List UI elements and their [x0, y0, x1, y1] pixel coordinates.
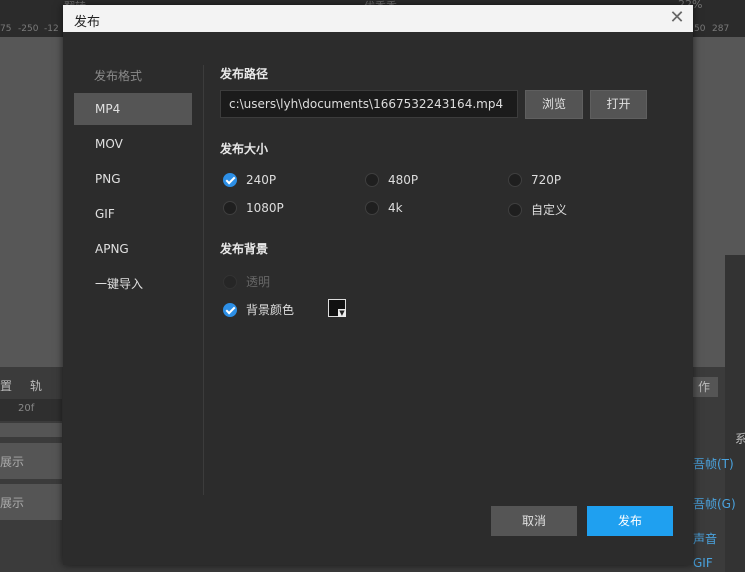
ruler-tick: -12	[44, 24, 59, 34]
check-icon	[223, 173, 237, 187]
bg-right-label: 吾帧(T)	[693, 457, 734, 471]
open-button[interactable]: 打开	[590, 90, 647, 119]
sidebar-item-png[interactable]: PNG	[74, 163, 192, 195]
dialog-title: 发布	[74, 15, 101, 30]
bg-right-label: 系	[735, 432, 745, 446]
background-option-label: 透明	[246, 275, 271, 289]
radio-icon	[223, 274, 237, 289]
size-option-label: 240P	[246, 173, 277, 187]
sidebar-divider	[203, 65, 204, 495]
bg-tab: 置	[0, 379, 13, 393]
background-timeline-ruler: 20f	[0, 399, 62, 421]
chevron-down-icon: ▼	[338, 309, 346, 317]
publish-background-title: 发布背景	[220, 242, 269, 256]
background-option-label: 背景颜色	[246, 303, 295, 317]
radio-icon	[365, 201, 379, 215]
size-option-1080p[interactable]: 1080P	[223, 201, 284, 215]
size-option-label: 4k	[388, 201, 403, 215]
size-option-custom[interactable]: 自定义	[508, 201, 567, 218]
background-color-picker[interactable]: ▼	[328, 299, 346, 317]
cancel-button[interactable]: 取消	[491, 506, 577, 536]
check-icon	[223, 302, 237, 317]
radio-icon	[223, 201, 237, 215]
bg-right-label: 声音	[693, 532, 718, 546]
sidebar-item-apng[interactable]: APNG	[74, 233, 192, 265]
ruler-tick: 50	[694, 24, 706, 34]
sidebar-item-mp4[interactable]: MP4	[74, 93, 192, 125]
publish-path-input[interactable]	[220, 90, 518, 118]
publish-path-title: 发布路径	[220, 67, 269, 81]
format-sidebar: 发布格式 MP4 MOV PNG GIF APNG 一键导入	[63, 32, 204, 565]
close-icon[interactable]: ✕	[667, 8, 687, 28]
row-label: 展示	[0, 455, 25, 469]
format-heading: 发布格式	[94, 69, 143, 83]
background-tab-bar: 置 轨	[0, 373, 62, 399]
bg-right-label: GIF	[693, 556, 713, 570]
publish-button[interactable]: 发布	[587, 506, 673, 536]
size-option-240p[interactable]: 240P	[223, 173, 276, 187]
ruler-tick: 287	[712, 24, 730, 34]
radio-icon	[508, 202, 522, 217]
size-option-480p[interactable]: 480P	[365, 173, 418, 187]
publish-dialog: 发布 ✕ 发布格式 MP4 MOV PNG GIF APNG 一键导入 发布路径…	[63, 5, 693, 565]
background-row: 展示	[0, 484, 62, 520]
dialog-titlebar: 发布 ✕	[63, 5, 693, 32]
size-option-4k[interactable]: 4k	[365, 201, 403, 215]
size-option-label: 720P	[531, 173, 562, 187]
background-color-option[interactable]: 背景颜色	[223, 301, 294, 318]
size-option-720p[interactable]: 720P	[508, 173, 561, 187]
background-action-button: 作	[690, 377, 718, 397]
size-option-label: 自定义	[531, 203, 568, 217]
publish-size-title: 发布大小	[220, 142, 269, 156]
background-row: 展示	[0, 443, 62, 479]
row-label: 展示	[0, 496, 25, 510]
ruler-tick: 75	[0, 24, 12, 34]
sidebar-item-one-click-import[interactable]: 一键导入	[74, 268, 192, 300]
background-scrollbar	[0, 423, 62, 437]
radio-icon	[365, 173, 379, 187]
ruler-tick: -250	[18, 24, 39, 34]
timeline-tick: 20f	[18, 403, 35, 414]
background-transparent-option: 透明	[223, 273, 270, 290]
bg-right-label: 吾帧(G)	[693, 497, 736, 511]
sidebar-item-mov[interactable]: MOV	[74, 128, 192, 160]
background-right-panel	[725, 255, 745, 572]
sidebar-item-gif[interactable]: GIF	[74, 198, 192, 230]
bg-tab: 轨	[30, 379, 43, 393]
browse-button[interactable]: 浏览	[525, 90, 583, 119]
radio-icon	[508, 173, 522, 187]
size-option-label: 480P	[388, 173, 419, 187]
size-option-label: 1080P	[246, 201, 284, 215]
